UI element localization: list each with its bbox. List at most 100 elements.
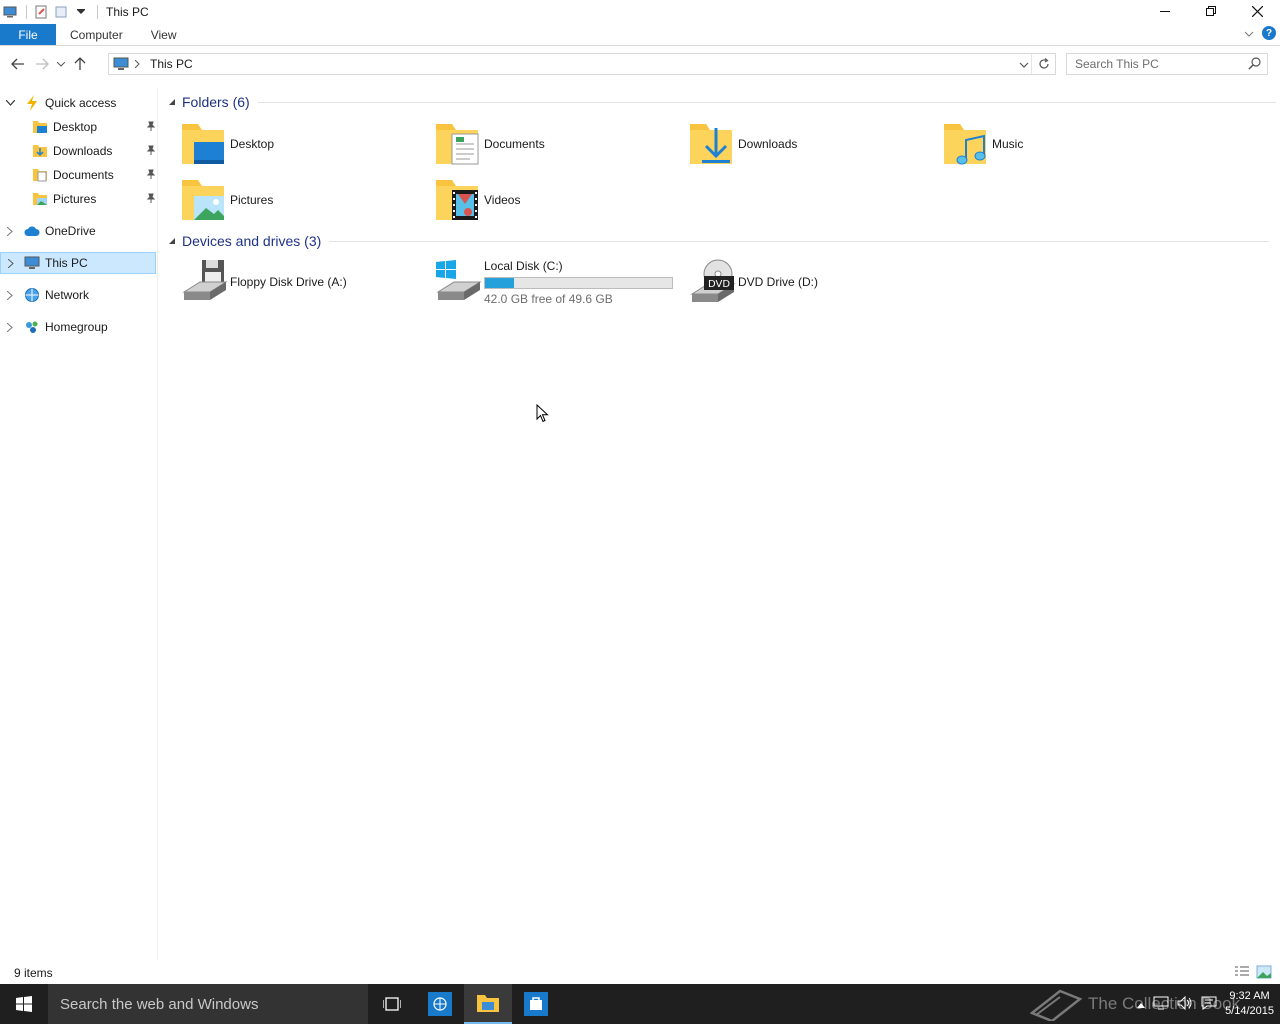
divider <box>257 101 1276 103</box>
sidebar-item-label: Documents <box>53 168 114 182</box>
folder-label: Downloads <box>738 137 798 151</box>
drive-usage-bar <box>484 276 673 289</box>
minimize-button[interactable] <box>1142 0 1188 22</box>
sidebar-item-downloads[interactable]: Downloads <box>32 140 156 162</box>
videos-folder-icon <box>436 180 478 220</box>
properties-icon[interactable] <box>33 4 49 20</box>
search-input[interactable]: Search This PC <box>1066 53 1268 75</box>
sidebar-item-homegroup[interactable]: Homegroup <box>4 316 156 338</box>
drive-tile-dvd-d[interactable]: DVD DVD Drive (D:) <box>688 256 818 308</box>
sidebar-item-label: Quick access <box>45 96 117 110</box>
dvd-badge: DVD <box>708 279 730 290</box>
taskbar-search-input[interactable]: Search the web and Windows <box>48 984 368 1024</box>
sidebar-item-pictures[interactable]: Pictures <box>32 188 156 210</box>
sidebar-item-label: Network <box>45 288 90 302</box>
arrow-right-icon <box>36 58 49 70</box>
group-title: Folders (6) <box>182 94 250 110</box>
this-pc-icon[interactable] <box>2 4 18 20</box>
drive-tile-local-disk-c[interactable]: Local Disk (C:) 42.0 GB free of 49.6 GB <box>434 256 673 308</box>
large-icons-view-icon[interactable] <box>1256 965 1272 982</box>
store-icon <box>524 992 548 1016</box>
expand-chevron-icon[interactable] <box>4 290 16 300</box>
tab-file[interactable]: File <box>0 24 56 45</box>
folder-label: Documents <box>484 137 545 151</box>
new-folder-icon[interactable] <box>53 4 69 20</box>
music-folder-icon <box>944 124 986 165</box>
mouse-cursor-icon <box>536 404 549 423</box>
start-button[interactable] <box>0 984 48 1024</box>
pin-icon[interactable] <box>146 168 156 182</box>
breadcrumb[interactable]: This PC <box>150 57 193 71</box>
sidebar-item-documents[interactable]: Documents <box>32 164 156 186</box>
pin-icon[interactable] <box>146 144 156 158</box>
network-tray-icon[interactable] <box>1153 996 1169 1013</box>
folder-tile-desktop[interactable]: Desktop <box>180 118 274 170</box>
collapse-chevron-icon[interactable] <box>4 100 16 106</box>
taskbar-app-file-explorer[interactable] <box>464 984 512 1024</box>
documents-folder-icon <box>32 167 48 183</box>
taskbar-app-store[interactable] <box>512 984 560 1024</box>
group-title: Devices and drives (3) <box>182 233 322 249</box>
folder-tile-videos[interactable]: Videos <box>434 174 520 226</box>
folder-tile-music[interactable]: Music <box>942 118 1023 170</box>
sidebar-item-desktop[interactable]: Desktop <box>32 116 156 138</box>
downloads-folder-icon <box>690 124 732 164</box>
restore-icon <box>1206 6 1216 16</box>
action-center-icon[interactable] <box>1201 996 1217 1013</box>
collapse-triangle-icon[interactable] <box>168 98 176 106</box>
volume-icon[interactable] <box>1177 995 1193 1013</box>
drive-label: DVD Drive (D:) <box>738 275 818 289</box>
file-explorer-icon <box>477 995 499 1012</box>
search-icon[interactable] <box>1248 57 1261 70</box>
expand-chevron-icon[interactable] <box>5 258 17 268</box>
forward-button[interactable] <box>30 52 54 76</box>
show-hidden-icons-chevron-up-icon[interactable] <box>1137 997 1146 1011</box>
content-pane: Folders (6) Desktop Documents Downloads … <box>160 88 1280 960</box>
documents-folder-icon <box>436 124 479 165</box>
recent-locations-button[interactable] <box>54 52 68 76</box>
quick-access-toolbar <box>0 0 104 24</box>
globe-icon <box>428 992 452 1016</box>
back-button[interactable] <box>6 52 30 76</box>
folder-tile-downloads[interactable]: Downloads <box>688 118 797 170</box>
expand-chevron-icon[interactable] <box>4 322 16 332</box>
taskbar-app-browser[interactable] <box>416 984 464 1024</box>
drive-tile-floppy[interactable]: Floppy Disk Drive (A:) <box>180 256 347 308</box>
expand-chevron-icon[interactable] <box>4 226 16 236</box>
pin-icon[interactable] <box>146 120 156 134</box>
refresh-button[interactable] <box>1031 54 1055 74</box>
maximize-button[interactable] <box>1188 0 1234 22</box>
sidebar-item-network[interactable]: Network <box>4 284 156 306</box>
group-header-folders[interactable]: Folders (6) <box>168 94 1276 110</box>
clock-date: 5/14/2015 <box>1225 1005 1274 1017</box>
address-bar[interactable]: This PC <box>108 53 1056 75</box>
pin-icon[interactable] <box>146 192 156 206</box>
expand-ribbon-chevron-down-icon[interactable] <box>1244 26 1254 40</box>
downloads-folder-icon <box>32 143 48 159</box>
sidebar-item-quick-access[interactable]: Quick access <box>4 92 156 114</box>
chevron-right-icon[interactable] <box>135 60 140 68</box>
tab-view[interactable]: View <box>137 24 191 45</box>
help-icon[interactable]: ? <box>1262 26 1276 40</box>
details-view-icon[interactable] <box>1234 965 1250 982</box>
star-lightning-icon <box>24 95 40 111</box>
arrow-up-icon <box>74 57 86 70</box>
customize-toolbar-chevron-down-icon[interactable] <box>73 4 89 20</box>
task-view-button[interactable] <box>368 984 416 1024</box>
homegroup-icon <box>24 319 40 335</box>
folder-tile-pictures[interactable]: Pictures <box>180 174 273 226</box>
address-history-chevron-down-icon[interactable] <box>1019 57 1029 71</box>
sidebar-item-onedrive[interactable]: OneDrive <box>4 220 156 242</box>
tab-computer[interactable]: Computer <box>56 24 137 45</box>
collapse-triangle-icon[interactable] <box>168 237 176 245</box>
close-button[interactable] <box>1234 0 1280 22</box>
folder-tile-documents[interactable]: Documents <box>434 118 545 170</box>
group-header-devices[interactable]: Devices and drives (3) <box>168 233 1270 249</box>
title-bar: This PC <box>0 0 1280 24</box>
clock[interactable]: 9:32 AM 5/14/2015 <box>1225 989 1274 1019</box>
taskbar: Search the web and Windows The Collectio… <box>0 984 1280 1024</box>
dvd-drive-icon: DVD <box>690 259 736 302</box>
up-button[interactable] <box>68 52 92 76</box>
sidebar-item-this-pc[interactable]: This PC <box>0 252 156 274</box>
network-icon <box>24 287 40 303</box>
